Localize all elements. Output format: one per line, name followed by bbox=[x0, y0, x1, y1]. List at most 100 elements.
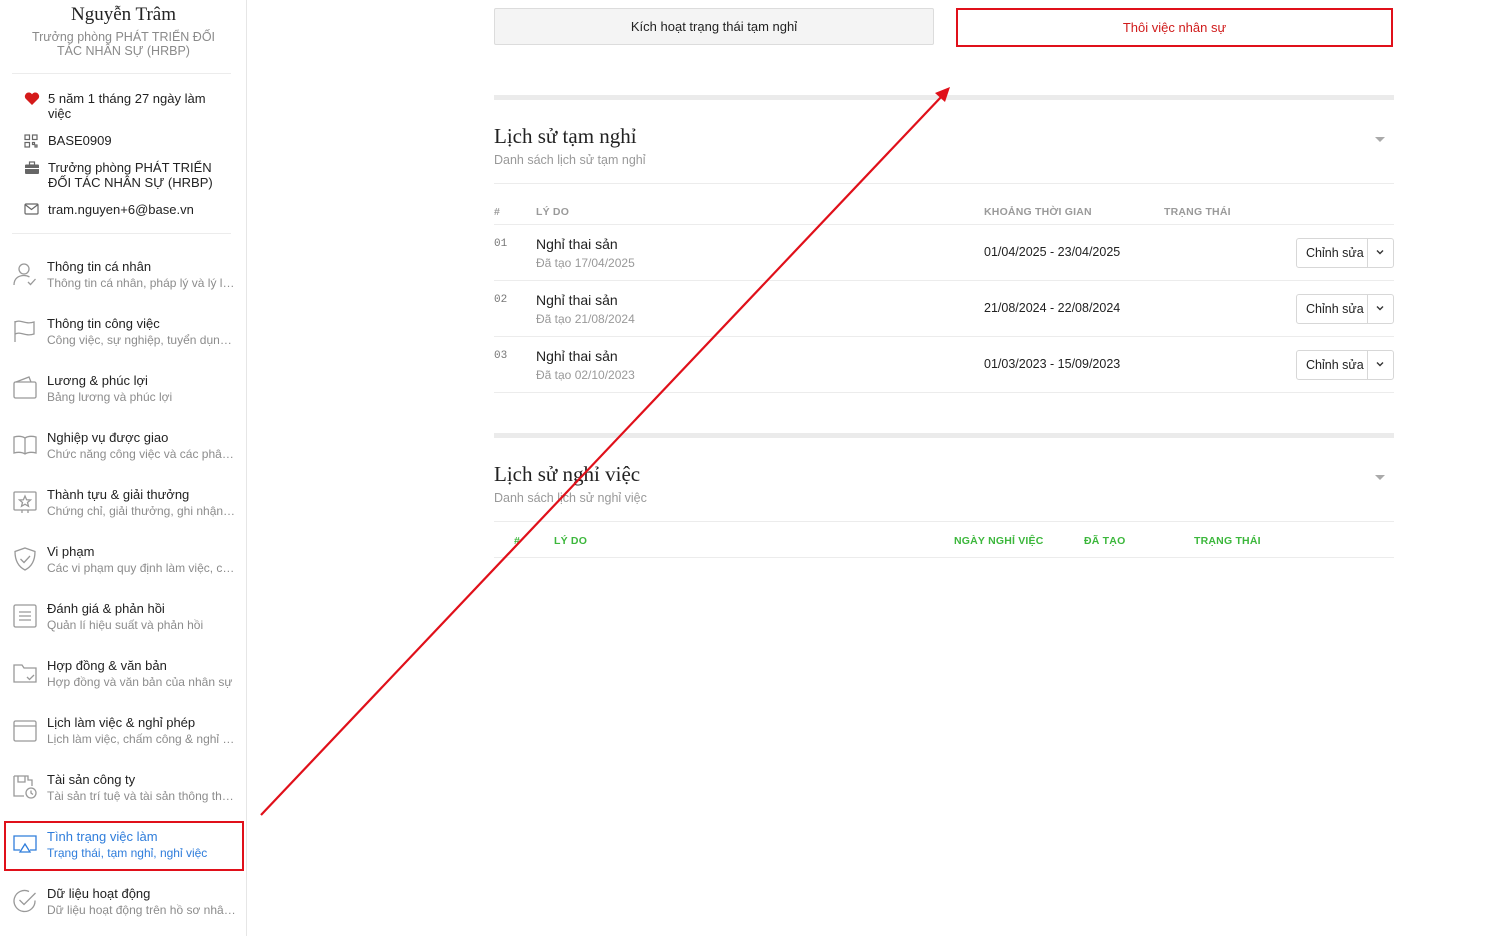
sidebar-item-title: Đánh giá & phản hồi bbox=[47, 601, 165, 616]
column-header-status: TRẠNG THÁI bbox=[1164, 206, 1231, 218]
chevron-down-icon[interactable] bbox=[1375, 303, 1385, 313]
resign-history-title: Lịch sử nghỉ việc bbox=[494, 462, 641, 486]
sidebar-item-job-info[interactable]: Thông tin công việc Công việc, sự nghiệp… bbox=[4, 308, 244, 358]
sidebar-item-salary[interactable]: Lương & phúc lợi Bảng lương và phúc lợi bbox=[4, 365, 244, 415]
column-header-index: # bbox=[514, 535, 521, 547]
position-row: Trưởng phòng PHÁT TRIỂN ĐỐI TÁC NHÂN SỰ … bbox=[24, 160, 224, 190]
check-circle-icon bbox=[13, 889, 36, 913]
sidebar-item-schedule[interactable]: Lịch làm việc & nghỉ phép Lịch làm việc,… bbox=[4, 707, 244, 757]
sidebar-item-contracts[interactable]: Hợp đồng & văn bản Hợp đồng và văn bản c… bbox=[4, 650, 244, 700]
sidebar-item-title: Thông tin cá nhân bbox=[47, 259, 152, 274]
sidebar-item-subtitle: Thông tin cá nhân, pháp lý và lý lịch bbox=[47, 276, 237, 290]
sidebar-item-achievements[interactable]: Thành tựu & giải thưởng Chứng chỉ, giải … bbox=[4, 479, 244, 529]
edit-label[interactable]: Chỉnh sửa bbox=[1306, 358, 1364, 372]
sidebar-item-reviews[interactable]: Đánh giá & phản hồi Quản lí hiệu suất và… bbox=[4, 593, 244, 643]
asset-icon bbox=[13, 775, 37, 799]
profile-title: Trưởng phòng PHÁT TRIỂN ĐỐI TÁC NHÂN SỰ … bbox=[31, 30, 216, 58]
edit-label[interactable]: Chỉnh sửa bbox=[1306, 246, 1364, 260]
sidebar-item-violations[interactable]: Vi phạm Các vi phạm quy định làm việc, c… bbox=[4, 536, 244, 586]
sidebar-item-subtitle: Tài sản trí tuệ và tài sản thông thường bbox=[47, 789, 237, 803]
star-icon bbox=[13, 491, 37, 513]
sidebar-item-title: Tình trạng việc làm bbox=[47, 829, 158, 844]
qr-icon bbox=[24, 133, 48, 148]
edit-dropdown-button[interactable]: Chỉnh sửa bbox=[1296, 294, 1394, 324]
shield-icon bbox=[14, 547, 36, 571]
folder-icon bbox=[13, 664, 37, 683]
monitor-icon bbox=[13, 835, 37, 853]
sidebar-item-title: Thông tin công việc bbox=[47, 316, 160, 331]
collapse-caret-icon[interactable] bbox=[1375, 137, 1385, 142]
column-header-status: TRẠNG THÁI bbox=[1194, 535, 1261, 547]
divider bbox=[494, 183, 1394, 184]
user-icon bbox=[13, 263, 36, 286]
sidebar: Nguyễn Trâm Trưởng phòng PHÁT TRIỂN ĐỐI … bbox=[0, 0, 247, 936]
wallet-icon bbox=[13, 376, 37, 399]
activate-suspension-button[interactable]: Kích hoạt trạng thái tạm nghỉ bbox=[494, 8, 934, 45]
sidebar-item-subtitle: Lịch làm việc, chấm công & nghỉ phép bbox=[47, 732, 237, 746]
mail-icon bbox=[24, 202, 48, 217]
row-reason: Nghỉ thai sản bbox=[536, 292, 618, 308]
divider bbox=[494, 557, 1394, 558]
row-reason: Nghỉ thai sản bbox=[536, 348, 618, 364]
sidebar-item-title: Dữ liệu hoạt động bbox=[47, 886, 151, 901]
divider bbox=[494, 280, 1394, 281]
sidebar-item-personal-info[interactable]: Thông tin cá nhân Thông tin cá nhân, phá… bbox=[4, 251, 244, 301]
column-header-period: KHOẢNG THỜI GIAN bbox=[984, 206, 1092, 218]
collapse-caret-icon[interactable] bbox=[1375, 475, 1385, 480]
briefcase-icon bbox=[24, 160, 48, 190]
sidebar-item-title: Nghiệp vụ được giao bbox=[47, 430, 169, 445]
flag-icon bbox=[14, 320, 35, 342]
calendar-icon bbox=[13, 720, 37, 742]
row-number: 01 bbox=[494, 238, 508, 250]
divider bbox=[1367, 351, 1368, 379]
sidebar-item-title: Thành tựu & giải thưởng bbox=[47, 487, 190, 502]
divider bbox=[494, 521, 1394, 522]
heart-icon bbox=[24, 91, 48, 121]
divider bbox=[494, 392, 1394, 393]
sidebar-item-subtitle: Chức năng công việc và các phân quyền bbox=[47, 447, 237, 461]
sidebar-item-title: Vi phạm bbox=[47, 544, 95, 559]
edit-dropdown-button[interactable]: Chỉnh sửa bbox=[1296, 350, 1394, 380]
employee-code: BASE0909 bbox=[48, 133, 112, 148]
sidebar-item-subtitle: Quản lí hiệu suất và phản hồi bbox=[47, 618, 204, 632]
edit-label[interactable]: Chỉnh sửa bbox=[1306, 302, 1364, 316]
email-text[interactable]: tram.nguyen+6@base.vn bbox=[48, 202, 194, 217]
sidebar-item-title: Tài sản công ty bbox=[47, 772, 136, 787]
sidebar-item-title: Hợp đồng & văn bản bbox=[47, 658, 167, 673]
leave-history-subtitle: Danh sách lịch sử tạm nghỉ bbox=[494, 153, 646, 167]
column-header-resign-date: NGÀY NGHỈ VIỆC bbox=[954, 535, 1044, 547]
chevron-down-icon[interactable] bbox=[1375, 359, 1385, 369]
sidebar-item-activity-data[interactable]: Dữ liệu hoạt động Dữ liệu hoạt động trên… bbox=[4, 878, 244, 928]
row-created: Đã tạo 21/08/2024 bbox=[536, 312, 635, 326]
row-created: Đã tạo 17/04/2025 bbox=[536, 256, 635, 270]
leave-history-title: Lịch sử tạm nghỉ bbox=[494, 124, 637, 148]
sidebar-item-subtitle: Chứng chỉ, giải thưởng, ghi nhận vinh da… bbox=[47, 504, 237, 518]
sidebar-item-subtitle: Công việc, sự nghiệp, tuyển dụng và đào … bbox=[47, 333, 237, 347]
tenure-row: 5 năm 1 tháng 27 ngày làm việc bbox=[24, 91, 224, 121]
terminate-employee-button[interactable]: Thôi việc nhân sự bbox=[956, 8, 1393, 47]
column-header-reason: LÝ DO bbox=[554, 535, 588, 547]
sidebar-item-employment-status[interactable]: Tình trạng việc làm Trạng thái, tạm nghỉ… bbox=[4, 821, 244, 871]
profile-name: Nguyễn Trâm bbox=[70, 4, 177, 25]
section-divider bbox=[494, 95, 1394, 100]
position-text: Trưởng phòng PHÁT TRIỂN ĐỐI TÁC NHÂN SỰ … bbox=[48, 160, 213, 190]
divider bbox=[12, 233, 231, 234]
sidebar-item-assigned-tasks[interactable]: Nghiệp vụ được giao Chức năng công việc … bbox=[4, 422, 244, 472]
code-row: BASE0909 bbox=[24, 133, 224, 148]
sidebar-item-subtitle: Các vi phạm quy định làm việc, chính sác… bbox=[47, 561, 237, 575]
sidebar-item-subtitle: Trạng thái, tạm nghỉ, nghỉ việc bbox=[47, 846, 208, 860]
edit-dropdown-button[interactable]: Chỉnh sửa bbox=[1296, 238, 1394, 268]
row-reason: Nghỉ thai sản bbox=[536, 236, 618, 252]
sidebar-item-title: Lịch làm việc & nghỉ phép bbox=[47, 715, 196, 730]
column-header-created: ĐÃ TẠO bbox=[1084, 535, 1126, 547]
sidebar-item-assets[interactable]: Tài sản công ty Tài sản trí tuệ và tài s… bbox=[4, 764, 244, 814]
row-period: 01/03/2023 - 15/09/2023 bbox=[984, 357, 1121, 371]
tenure-text: 5 năm 1 tháng 27 ngày làm việc bbox=[48, 91, 206, 121]
section-divider bbox=[494, 433, 1394, 438]
row-number: 02 bbox=[494, 294, 508, 306]
sidebar-item-title: Lương & phúc lợi bbox=[47, 373, 148, 388]
chevron-down-icon[interactable] bbox=[1375, 247, 1385, 257]
column-header-index: # bbox=[494, 206, 501, 218]
resign-history-subtitle: Danh sách lịch sử nghỉ việc bbox=[494, 491, 647, 505]
row-number: 03 bbox=[494, 350, 508, 362]
